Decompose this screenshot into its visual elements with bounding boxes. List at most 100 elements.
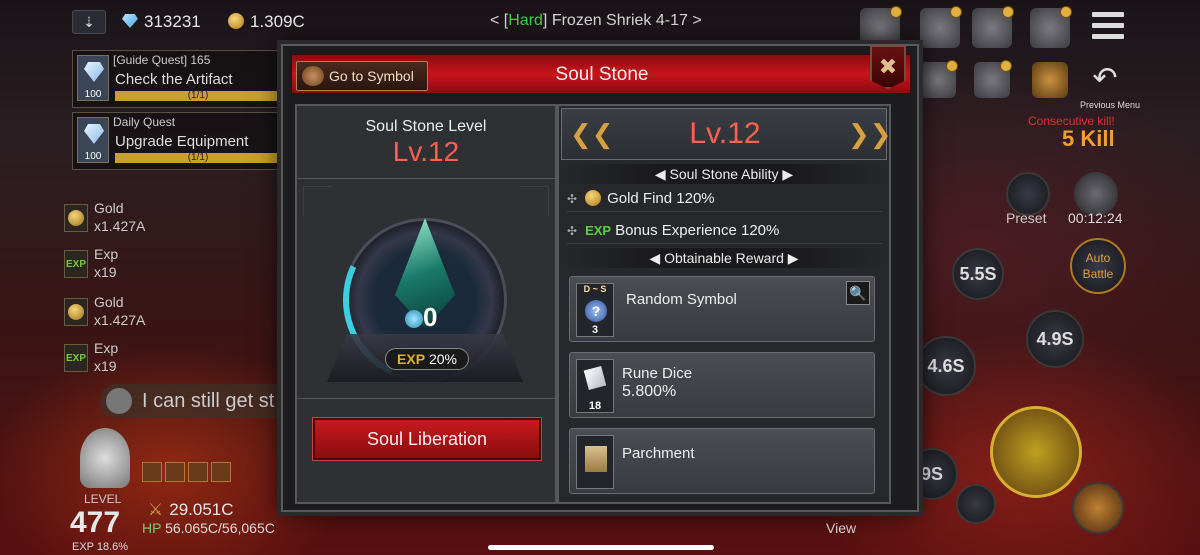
reward-name: Parchment [622,445,695,462]
game-screen: ⇣ 313231 1.309C < [Hard] Frozen Shriek 4… [0,0,1200,555]
quest-title: Check the Artifact [115,71,233,88]
loot-entry: EXP Exp x19 [64,340,119,374]
notification-dot [1002,6,1014,18]
gold-coin-icon [64,204,88,232]
gold-coin-icon [64,298,88,326]
quest-progress-bar: (1/1) [115,153,281,163]
magnifier-icon[interactable]: 🔍 [846,281,870,305]
character-portrait[interactable] [80,428,130,488]
gold-coin-icon [585,190,602,206]
close-icon[interactable]: ✖ [870,45,906,89]
soul-stone-count: 0 [423,302,438,332]
quest-type: [Guide Quest] 165 [113,53,211,67]
soul-orb-icon [405,310,423,328]
notification-dot [946,60,958,72]
exp-icon: EXP [585,223,612,238]
symbol-icon [302,66,324,86]
view-button[interactable]: View [826,520,856,536]
divider [297,398,555,399]
player-level: 477 [70,506,121,539]
quest-title: Upgrade Equipment [115,133,249,150]
ornament-icon: ✣ [567,224,578,238]
quest-book-icon[interactable] [1030,6,1072,48]
player-exp: EXP 18.6% [72,541,129,553]
loot-entry: Gold x1.427A [64,292,284,332]
quest-type: Daily Quest [113,115,176,129]
exp-icon: EXP [64,344,88,372]
daily-quest[interactable]: 100 Daily Quest Upgrade Equipment (1/1) [72,112,284,170]
next-level-arrow-icon[interactable]: ❯❯ [848,119,889,149]
skill-slot-2[interactable]: 4.9S [1026,310,1084,368]
modal-header: Soul Stone Go to Symbol ✖ [291,45,911,94]
quest-reward-icon: 100 [77,55,109,101]
gold-coin-icon [228,13,244,29]
ultimate-skill-button[interactable] [990,406,1082,498]
gem-currency: 313231 [122,12,201,32]
buff-icon [188,462,208,482]
reward-item[interactable]: D ~ S? 3 Random Symbol 🔍 [569,276,875,342]
sword-icon: ⚔ [148,500,164,519]
quest-progress-bar: (1/1) [115,91,281,101]
guide-quest[interactable]: 100 [Guide Quest] 165 Check the Artifact… [72,50,284,108]
notification-dot [890,6,902,18]
random-symbol-icon: D ~ S? 3 [576,283,614,337]
rune-dice-icon: 18 [576,359,614,413]
kill-counter: 5 Kill [1062,126,1115,151]
previous-menu-label: Previous Menu [1080,100,1141,110]
ability-row: ✣ Gold Find 120% [567,186,883,212]
loot-entry: Gold x1.427A [64,198,284,238]
loot-entry: EXP Exp x19 [64,246,119,280]
chest-timer: 00:12:24 [1068,210,1123,226]
soul-stone-panel: Soul Stone Level Lv.12 0 EXP 20% Soul Li… [295,104,557,504]
notification-dot [1060,6,1072,18]
reward-item[interactable]: 18 Rune Dice 5.800% [569,352,875,418]
tower-icon[interactable] [974,60,1012,98]
chat-bubble[interactable]: I can still get st [100,384,290,418]
parchment-icon [576,435,614,489]
detail-level: Lv.12 [689,117,761,150]
dash-skill-button[interactable] [1072,482,1124,534]
character-menu-icon[interactable] [920,6,962,48]
chat-avatar-icon [106,388,132,414]
diamond-icon [84,62,104,82]
reward-section-header: ◀ Obtainable Reward ▶ [559,248,889,268]
buff-icon [142,462,162,482]
exp-pill: EXP 20% [385,348,469,370]
ability-section-header: ◀ Soul Stone Ability ▶ [559,164,889,184]
gem-icon [122,14,138,28]
corner-ornament [303,186,333,216]
notification-dot [950,6,962,18]
level-selector: ❮❮ Lv.12 ❯❯ [561,108,889,160]
reward-name: Rune Dice [622,365,693,382]
combat-power: ⚔ 29.051C [148,500,234,519]
skill-slot-1[interactable]: 5.5S [952,248,1004,300]
diamond-icon [84,124,104,144]
exp-icon: EXP [64,250,88,278]
inventory-menu-icon[interactable] [972,6,1014,48]
corner-ornament [519,186,549,216]
home-indicator [488,545,714,550]
soul-stone-modal: Soul Stone Go to Symbol ✖ Soul Stone Lev… [281,44,919,512]
hp-readout: HP 56.065C/56,065C [142,520,275,536]
collapse-quests-button[interactable]: ⇣ [72,10,106,34]
reward-name: Random Symbol [626,291,737,308]
back-arrow-icon[interactable]: ↶ [1088,64,1122,94]
hamburger-menu-icon[interactable] [1092,12,1124,40]
buff-icon [165,462,185,482]
buff-icons [142,462,234,482]
ornament-icon: ✣ [567,192,578,206]
calendar-icon[interactable] [920,60,958,98]
soul-liberation-button[interactable]: Soul Liberation [312,417,542,461]
skill-slot-3[interactable]: 4.6S [916,336,976,396]
stage-title[interactable]: < [Hard] Frozen Shriek 4-17 > [490,12,702,30]
soul-stone-details: ❮❮ Lv.12 ❯❯ ◀ Soul Stone Ability ▶ ✣ Gold… [557,104,891,504]
reward-item[interactable]: Parchment [569,428,875,494]
gem-skill-icon[interactable] [956,484,996,524]
ability-row: ✣ EXP Bonus Experience 120% [567,218,883,244]
auto-battle-button[interactable]: Auto Battle [1070,238,1126,294]
go-to-symbol-button[interactable]: Go to Symbol [296,61,428,91]
preset-label: Preset [1006,210,1047,226]
helmet-menu-icon[interactable] [860,6,902,48]
soul-stone-level: Lv.12 [392,136,460,167]
treasure-icon[interactable] [1032,62,1068,98]
